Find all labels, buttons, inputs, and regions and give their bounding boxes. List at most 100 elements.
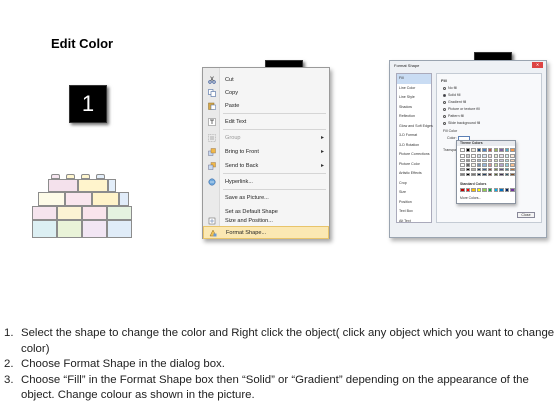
block-brick[interactable] bbox=[108, 179, 116, 192]
color-swatch[interactable] bbox=[476, 167, 482, 172]
menu-item-group[interactable]: Group ▸ bbox=[203, 131, 329, 144]
color-swatch[interactable] bbox=[482, 163, 487, 167]
category-reflection[interactable]: Reflection bbox=[397, 112, 431, 122]
block-brick[interactable] bbox=[78, 179, 108, 192]
color-swatch[interactable] bbox=[460, 188, 465, 192]
block-brick[interactable] bbox=[92, 192, 119, 206]
color-swatch[interactable] bbox=[476, 172, 482, 177]
color-swatch[interactable] bbox=[471, 167, 476, 172]
color-swatch[interactable] bbox=[487, 148, 493, 152]
block-brick[interactable] bbox=[82, 220, 107, 238]
color-swatch[interactable] bbox=[493, 172, 499, 177]
color-swatch[interactable] bbox=[510, 158, 515, 163]
color-swatch[interactable] bbox=[493, 167, 499, 172]
color-swatch[interactable] bbox=[499, 188, 504, 192]
color-swatch[interactable] bbox=[460, 154, 465, 158]
block-brick[interactable] bbox=[65, 192, 92, 206]
color-swatch[interactable] bbox=[499, 158, 504, 163]
color-swatch[interactable] bbox=[510, 154, 515, 158]
color-swatch[interactable] bbox=[504, 188, 510, 192]
color-swatch[interactable] bbox=[482, 154, 487, 158]
color-swatch[interactable] bbox=[499, 172, 504, 177]
category-shadow[interactable]: Shadow bbox=[397, 103, 431, 113]
building-blocks-image[interactable] bbox=[26, 174, 141, 244]
close-icon[interactable]: ✕ bbox=[532, 62, 543, 68]
category-picture-corrections[interactable]: Picture Corrections bbox=[397, 150, 431, 160]
block-brick[interactable] bbox=[107, 220, 132, 238]
color-swatch[interactable] bbox=[493, 158, 499, 163]
color-swatch[interactable] bbox=[460, 148, 465, 152]
category-glow[interactable]: Glow and Soft Edges bbox=[397, 122, 433, 132]
color-swatch[interactable] bbox=[482, 158, 487, 163]
color-swatch[interactable] bbox=[493, 154, 499, 158]
block-brick[interactable] bbox=[38, 192, 65, 206]
color-swatch[interactable] bbox=[465, 154, 471, 158]
color-swatch[interactable] bbox=[499, 163, 504, 167]
radio-gradient-fill[interactable]: Gradient fill bbox=[443, 100, 466, 104]
color-swatch[interactable] bbox=[499, 167, 504, 172]
color-swatch[interactable] bbox=[510, 172, 515, 177]
block-brick[interactable] bbox=[119, 192, 129, 206]
category-3d-format[interactable]: 3-D Format bbox=[397, 131, 431, 141]
radio-solid-fill[interactable]: Solid fill bbox=[443, 93, 460, 97]
radio-no-fill[interactable]: No fill bbox=[443, 86, 457, 90]
color-swatch[interactable] bbox=[487, 154, 493, 158]
color-swatch[interactable] bbox=[504, 163, 510, 167]
color-swatch[interactable] bbox=[471, 154, 476, 158]
radio-picture-fill[interactable]: Picture or texture fill bbox=[443, 107, 480, 111]
menu-item-cut[interactable]: Cut bbox=[203, 73, 329, 86]
color-swatch[interactable] bbox=[465, 172, 471, 177]
block-brick[interactable] bbox=[57, 206, 82, 220]
color-swatch[interactable] bbox=[482, 172, 487, 177]
color-swatch[interactable] bbox=[510, 163, 515, 167]
color-swatch[interactable] bbox=[460, 167, 465, 172]
color-swatch[interactable] bbox=[504, 154, 510, 158]
menu-item-edit-text[interactable]: Edit Text bbox=[203, 115, 329, 128]
color-swatch[interactable] bbox=[471, 158, 476, 163]
category-line-color[interactable]: Line Color bbox=[397, 84, 431, 94]
menu-item-save-as-picture[interactable]: Save as Picture... bbox=[203, 191, 329, 204]
color-swatch[interactable] bbox=[482, 148, 487, 152]
block-brick[interactable] bbox=[32, 220, 57, 238]
color-swatch[interactable] bbox=[504, 148, 510, 152]
category-picture-color[interactable]: Picture Color bbox=[397, 160, 431, 170]
menu-item-send-to-back[interactable]: Send to Back ▸ bbox=[203, 159, 329, 172]
color-swatch[interactable] bbox=[465, 148, 471, 152]
color-swatch[interactable] bbox=[510, 167, 515, 172]
menu-item-copy[interactable]: Copy bbox=[203, 86, 329, 99]
color-swatch[interactable] bbox=[465, 167, 471, 172]
color-swatch[interactable] bbox=[493, 163, 499, 167]
color-swatch[interactable] bbox=[476, 148, 482, 152]
block-brick[interactable] bbox=[82, 206, 107, 220]
color-swatch[interactable] bbox=[487, 188, 493, 192]
color-swatch[interactable] bbox=[471, 148, 476, 152]
category-text-box[interactable]: Text Box bbox=[397, 207, 431, 217]
color-swatch[interactable] bbox=[465, 188, 471, 192]
color-swatch[interactable] bbox=[499, 148, 504, 152]
color-swatch[interactable] bbox=[487, 158, 493, 163]
radio-pattern-fill[interactable]: Pattern fill bbox=[443, 114, 464, 118]
color-swatch[interactable] bbox=[504, 158, 510, 163]
category-artistic-effects[interactable]: Artistic Effects bbox=[397, 169, 431, 179]
close-button[interactable]: Close bbox=[517, 212, 535, 218]
color-swatch[interactable] bbox=[476, 188, 482, 192]
color-swatch[interactable] bbox=[487, 167, 493, 172]
color-swatch[interactable] bbox=[476, 163, 482, 167]
color-swatch[interactable] bbox=[487, 163, 493, 167]
menu-item-bring-to-front[interactable]: Bring to Front ▸ bbox=[203, 145, 329, 158]
color-swatch[interactable] bbox=[499, 154, 504, 158]
color-swatch[interactable] bbox=[493, 148, 499, 152]
radio-slide-background-fill[interactable]: Slide background fill bbox=[443, 121, 480, 125]
color-swatch[interactable] bbox=[460, 172, 465, 177]
menu-item-format-shape[interactable]: Format Shape... bbox=[203, 226, 329, 239]
color-swatch[interactable] bbox=[471, 172, 476, 177]
category-alt-text[interactable]: Alt Text bbox=[397, 217, 431, 227]
category-line-style[interactable]: Line Style bbox=[397, 93, 431, 103]
color-swatch[interactable] bbox=[465, 158, 471, 163]
category-3d-rotation[interactable]: 3-D Rotation bbox=[397, 141, 431, 151]
more-colors-link[interactable]: More Colors... bbox=[460, 196, 481, 200]
color-swatch[interactable] bbox=[460, 163, 465, 167]
color-swatch[interactable] bbox=[465, 163, 471, 167]
color-swatch[interactable] bbox=[493, 188, 499, 192]
category-position[interactable]: Position bbox=[397, 198, 431, 208]
